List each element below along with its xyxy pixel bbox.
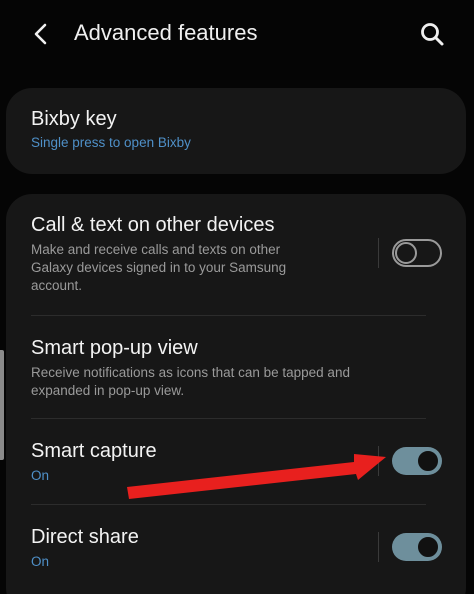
toggle-knob	[395, 242, 417, 264]
smart-capture-title: Smart capture	[31, 440, 157, 462]
call-text-toggle[interactable]	[392, 239, 442, 267]
smart-popup-desc-line-1: Receive notifications as icons that can …	[31, 365, 350, 380]
row-divider-vertical	[378, 238, 379, 268]
app-bar: Advanced features	[0, 0, 474, 68]
bixby-key-title: Bixby key	[31, 108, 117, 130]
direct-share-status: On	[31, 554, 50, 569]
page-title: Advanced features	[74, 20, 258, 45]
search-button[interactable]	[412, 14, 452, 54]
smart-capture-toggle[interactable]	[392, 447, 442, 475]
settings-card: Call & text on other devices Make and re…	[6, 194, 466, 594]
direct-share-toggle[interactable]	[392, 533, 442, 561]
direct-share-row[interactable]: Direct share On	[6, 505, 466, 589]
screen: Advanced features Bixby key Single press…	[0, 0, 474, 594]
chevron-left-icon	[34, 23, 47, 45]
row-divider-vertical	[378, 532, 379, 562]
smart-popup-desc-line-2: expanded in pop-up view.	[31, 383, 185, 398]
toggle-knob	[415, 534, 441, 560]
call-text-title: Call & text on other devices	[31, 214, 275, 236]
bixby-key-row[interactable]: Bixby key Single press to open Bixby	[6, 88, 466, 174]
back-button[interactable]	[24, 16, 60, 52]
call-text-desc-line-3: account.	[31, 278, 83, 293]
toggle-knob	[415, 448, 441, 474]
call-text-desc-line-1: Make and receive calls and texts on othe…	[31, 242, 281, 257]
smart-capture-row[interactable]: Smart capture On	[6, 419, 466, 503]
bixby-key-subtitle: Single press to open Bixby	[31, 135, 191, 150]
row-divider-vertical	[378, 446, 379, 476]
smart-popup-title: Smart pop-up view	[31, 337, 198, 359]
search-icon	[421, 23, 444, 46]
smart-popup-view-row[interactable]: Smart pop-up view Receive notifications …	[6, 316, 466, 418]
bixby-key-card: Bixby key Single press to open Bixby	[6, 88, 466, 174]
call-text-other-devices-row[interactable]: Call & text on other devices Make and re…	[6, 194, 466, 316]
smart-capture-status: On	[31, 468, 50, 483]
call-text-desc-line-2: Galaxy devices signed in to your Samsung	[31, 260, 287, 275]
direct-share-title: Direct share	[31, 526, 139, 548]
scroll-indicator[interactable]	[0, 350, 4, 460]
